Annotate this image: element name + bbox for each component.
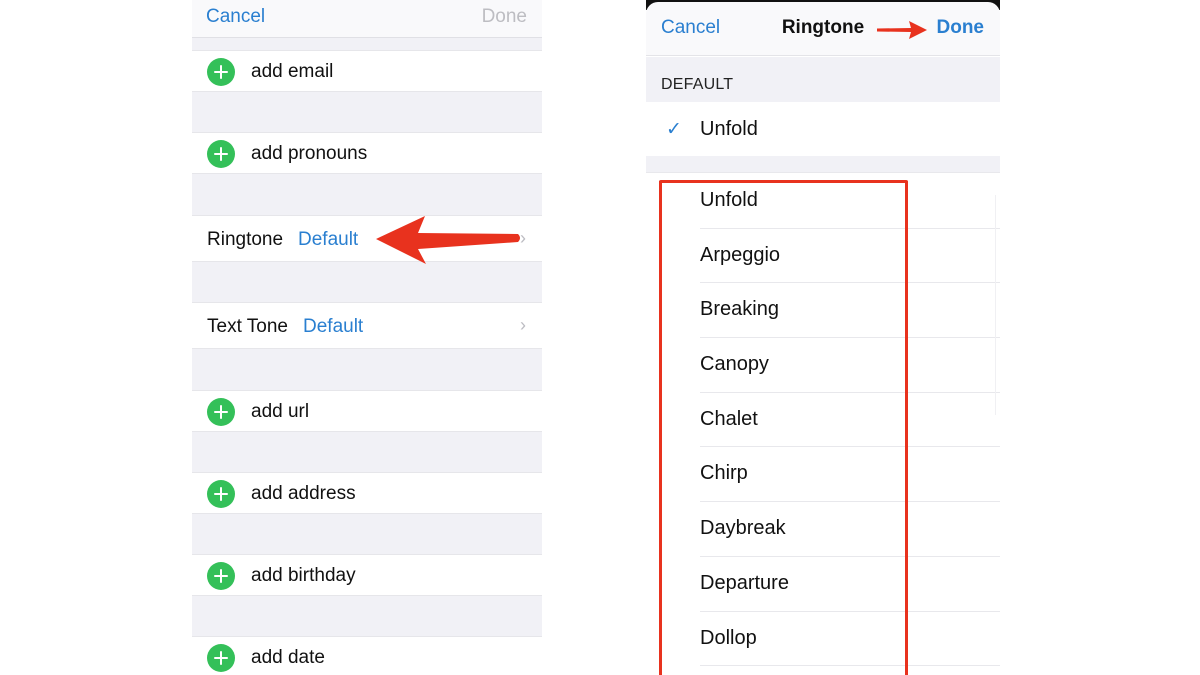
chevron-right-icon: › (520, 228, 526, 248)
plus-circle-icon (207, 58, 235, 86)
text-tone-row[interactable]: Text Tone Default › (192, 302, 542, 349)
nav-bar: Cancel Done (192, 0, 542, 38)
add-address-row[interactable]: add address (192, 472, 542, 514)
row-label: add address (251, 483, 356, 504)
text-tone-value: Default (303, 316, 364, 337)
section-spacer (646, 156, 1000, 173)
add-birthday-row[interactable]: add birthday (192, 554, 542, 596)
row-label: add date (251, 647, 325, 668)
ringtone-value: Default (298, 229, 359, 250)
row-label: add email (251, 61, 334, 82)
chevron-right-icon: › (520, 315, 526, 335)
section-header-default: DEFAULT (661, 76, 734, 93)
add-url-row[interactable]: add url (192, 390, 542, 432)
nav-bar: Cancel Ringtone Done (646, 2, 1000, 56)
checkmark-icon: ✓ (666, 119, 682, 140)
plus-circle-icon (207, 140, 235, 168)
scroll-index-edge (995, 195, 996, 415)
plus-circle-icon (207, 562, 235, 590)
plus-circle-icon (207, 398, 235, 426)
plus-circle-icon (207, 644, 235, 672)
ringtone-label: Ringtone (207, 229, 284, 250)
annotation-highlight-box (659, 180, 908, 675)
add-date-row[interactable]: add date (192, 636, 542, 675)
default-ringtone-row[interactable]: ✓ Unfold (646, 102, 1000, 156)
contact-edit-screen: Cancel Done add email add pronouns Ringt… (192, 0, 542, 675)
done-button-disabled[interactable]: Done (482, 6, 527, 28)
row-label: add pronouns (251, 143, 368, 164)
selected-ringtone-name: Unfold (700, 118, 758, 140)
row-label: add url (251, 401, 310, 422)
ringtone-row[interactable]: Ringtone Default › (192, 215, 542, 262)
add-pronouns-row[interactable]: add pronouns (192, 132, 542, 174)
text-tone-label: Text Tone (207, 316, 288, 337)
plus-circle-icon (207, 480, 235, 508)
add-email-row[interactable]: add email (192, 50, 542, 92)
cancel-button[interactable]: Cancel (206, 6, 265, 28)
row-label: add birthday (251, 565, 356, 586)
done-button[interactable]: Done (937, 17, 985, 39)
